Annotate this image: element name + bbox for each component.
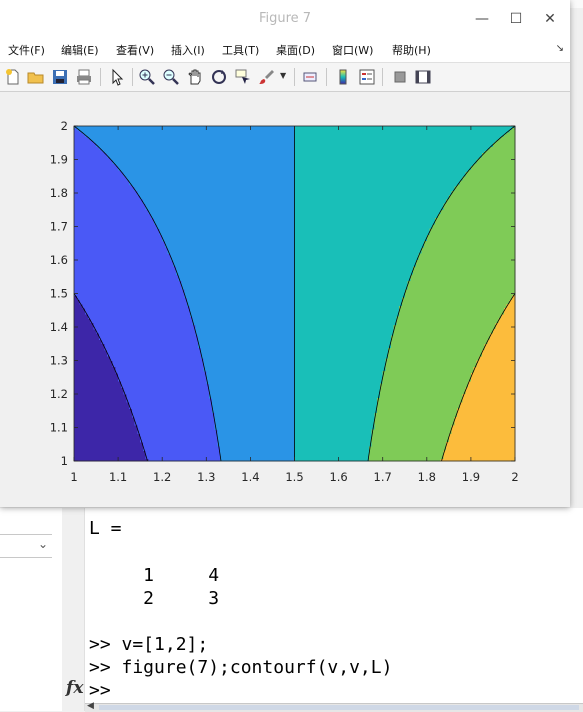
pan-hand-icon[interactable] [186,68,204,86]
plot-area: 1 1.1 1.2 1.3 1.4 1.5 1.6 1.7 1.8 1.9 2 1 1.1 1.2 1.3 1… [0,92,570,507]
open-file-icon[interactable] [27,68,45,86]
x-tick-label: 1.4 [241,470,259,484]
x-tick-label: 1.3 [197,470,215,484]
x-tick-label: 1.9 [462,470,480,484]
y-tick-label: 1.3 [50,354,68,368]
menu-tools[interactable]: 工具(T) [222,42,259,58]
menu-view[interactable]: 查看(V) [116,42,154,58]
command-line: 2 3 [89,588,220,609]
link-icon[interactable] [302,68,320,86]
hide-plot-tools-icon[interactable] [391,68,409,86]
toolbar-separator [294,68,295,86]
y-tick-label: 1.2 [50,387,68,401]
x-tick-label: 1.6 [329,470,347,484]
select-arrow-icon[interactable] [108,68,126,86]
chevron-down-icon[interactable]: ⌄ [38,537,48,551]
zoom-out-icon[interactable] [162,68,180,86]
command-line: >> v=[1,2]; [89,634,209,655]
scrollbar-thumb[interactable] [99,705,579,710]
x-tick-label: 1.5 [285,470,303,484]
menu-help[interactable]: 帮助(H) [392,42,431,58]
y-tick-label: 1 [61,454,68,468]
x-tick-label: 1.7 [374,470,392,484]
print-icon[interactable] [75,68,93,86]
dock-arrow-icon[interactable]: ↘ [556,43,564,54]
function-browser-icon[interactable]: fx [66,678,83,698]
x-tick-label: 1.8 [418,470,436,484]
toolbar-separator [326,68,327,86]
x-tick-label: 2 [511,470,518,484]
show-plot-tools-icon[interactable] [414,68,432,86]
y-tick-label: 1.6 [50,253,68,267]
toolbar-separator [132,68,133,86]
contour-chart[interactable]: 1 1.1 1.2 1.3 1.4 1.5 1.6 1.7 1.8 1.9 2 1 1.1 1.2 1.3 1… [0,92,570,507]
y-tick-label: 2 [61,119,68,133]
menu-file[interactable]: 文件(F) [8,42,45,58]
y-tick-label: 1.7 [50,220,68,234]
menu-edit[interactable]: 编辑(E) [61,42,99,58]
menu-bar: 文件(F) 编辑(E) 查看(V) 插入(I) 工具(T) 桌面(D) 窗口(W… [0,38,570,63]
toolbar-separator [382,68,383,86]
zoom-in-icon[interactable] [138,68,156,86]
x-tick-label: 1.1 [109,470,127,484]
save-icon[interactable] [51,68,69,86]
menu-insert[interactable]: 插入(I) [171,42,205,58]
minimize-icon[interactable]: — [470,8,494,30]
menu-desktop[interactable]: 桌面(D) [276,42,315,58]
y-tick-label: 1.9 [50,153,68,167]
figure-window: Figure 7 — ☐ ✕ 文件(F) 编辑(E) 查看(V) 插入(I) 工… [0,0,570,507]
close-icon[interactable]: ✕ [538,8,562,30]
colorbar-icon[interactable] [334,68,352,86]
figure-toolbar: ▼ [0,63,570,92]
menu-window[interactable]: 窗口(W) [332,42,373,58]
folder-dropdown[interactable]: ⌄ [0,534,52,558]
legend-icon[interactable] [358,68,376,86]
y-tick-label: 1.5 [50,287,68,301]
command-line: L = [89,518,122,539]
y-tick-label: 1.8 [50,186,68,200]
current-folder-panel: ⌄ [0,508,63,711]
command-prompt[interactable]: >> [89,680,122,701]
command-line: 1 4 [89,565,220,586]
y-tick-label: 1.1 [50,421,68,435]
brush-dropdown-icon[interactable]: ▼ [280,71,286,80]
title-bar[interactable]: Figure 7 — ☐ ✕ [0,0,570,38]
new-figure-icon[interactable] [4,68,22,86]
command-window[interactable]: L = 1 4 2 3 >> v=[1,2]; >> figure(7);con… [85,508,583,711]
data-cursor-icon[interactable] [234,68,252,86]
maximize-icon[interactable]: ☐ [504,8,528,30]
rotate-3d-icon[interactable] [210,68,228,86]
y-tick-label: 1.4 [50,320,68,334]
x-tick-label: 1.2 [153,470,171,484]
x-tick-label: 1 [70,470,77,484]
command-line: >> figure(7);contourf(v,v,L) [89,657,393,678]
brush-icon[interactable] [258,68,276,86]
toolbar-separator [100,68,101,86]
scroll-left-icon[interactable]: ◀ [87,701,94,711]
